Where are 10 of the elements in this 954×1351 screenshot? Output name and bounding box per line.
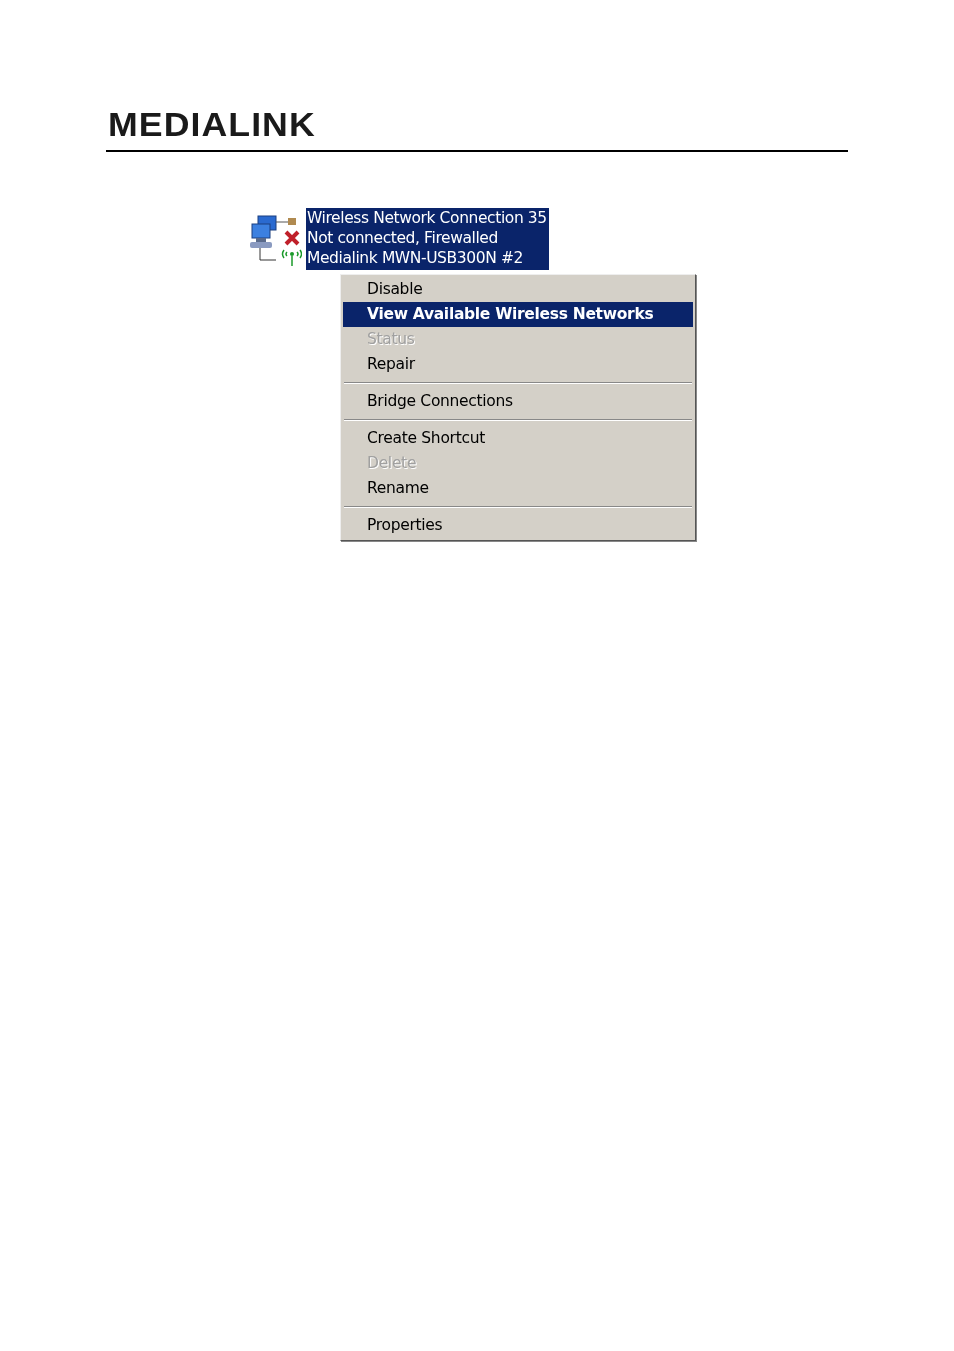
connection-label[interactable]: Wireless Network Connection 35 Not connected, Firewalled Medialink MWN-USB300N #2 (306, 208, 549, 270)
menu-item[interactable]: Repair (343, 352, 693, 377)
menu-item[interactable]: Create Shortcut (343, 426, 693, 451)
network-connection-icon[interactable] (248, 212, 302, 266)
menu-item[interactable]: Properties (343, 513, 693, 538)
medialink-logo: MEDIALINK (108, 104, 316, 144)
menu-item[interactable]: Bridge Connections (343, 389, 693, 414)
menu-item[interactable]: Disable (343, 277, 693, 302)
menu-item[interactable]: View Available Wireless Networks (343, 302, 693, 327)
menu-item[interactable]: Rename (343, 476, 693, 501)
